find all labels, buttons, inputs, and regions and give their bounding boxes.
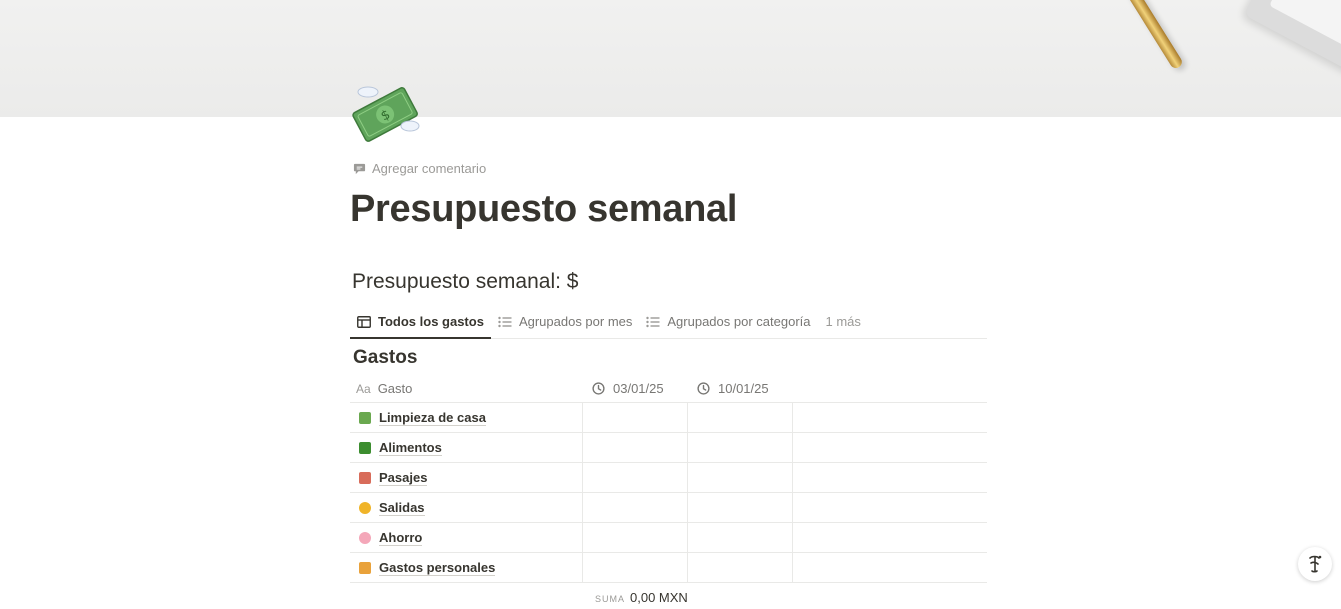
tab-todos-los-gastos[interactable]: Todos los gastos	[350, 305, 491, 339]
table-row[interactable]: Alimentos	[350, 433, 987, 463]
text-property-icon: Aa	[356, 381, 371, 396]
tab-label: Todos los gastos	[378, 314, 484, 329]
page-title[interactable]: Presupuesto semanal	[350, 188, 737, 231]
wallet-icon	[359, 561, 371, 574]
house-icon	[359, 411, 371, 424]
comment-icon	[353, 163, 366, 175]
empty-cell	[793, 523, 987, 552]
keyboard-key: command	[1269, 0, 1341, 48]
row-name-cell[interactable]: Ahorro	[350, 523, 583, 552]
date-cell[interactable]	[583, 553, 688, 582]
add-comment-button[interactable]: Agregar comentario	[353, 161, 486, 176]
table-row[interactable]: Limpieza de casa	[350, 403, 987, 433]
date-cell[interactable]	[688, 463, 793, 492]
table-title[interactable]: Gastos	[353, 347, 417, 369]
more-views-button[interactable]: 1 más	[818, 305, 868, 338]
tab-label: Agrupados por categoría	[667, 314, 811, 329]
date-cell[interactable]	[583, 493, 688, 522]
row-name-cell[interactable]: Salidas	[350, 493, 583, 522]
pen-decoration	[1105, 0, 1185, 71]
row-label[interactable]: Alimentos	[379, 440, 442, 456]
row-name-cell[interactable]: Limpieza de casa	[350, 403, 583, 432]
empty-cell	[793, 463, 987, 492]
empty-cell	[793, 433, 987, 462]
keyboard-decoration: command	[1243, 0, 1341, 76]
date-cell[interactable]	[688, 403, 793, 432]
expenses-table: Aa Gasto 03/01/25 10/01/25 Limpieza de c…	[350, 375, 987, 583]
notion-ai-icon	[1309, 555, 1322, 573]
date-cell[interactable]	[688, 553, 793, 582]
date-cell[interactable]	[583, 463, 688, 492]
column-header-date-2[interactable]: 10/01/25	[688, 375, 793, 402]
column-sum[interactable]: SUMA 0,00 MXN	[595, 590, 688, 605]
row-name-cell[interactable]: Pasajes	[350, 463, 583, 492]
tab-agrupados-por-categoria[interactable]: Agrupados por categoría	[639, 305, 817, 338]
table-row[interactable]: Pasajes	[350, 463, 987, 493]
empty-cell	[793, 403, 987, 432]
row-label[interactable]: Ahorro	[379, 530, 423, 546]
date-cell[interactable]	[688, 493, 793, 522]
column-header-date-1[interactable]: 03/01/25	[583, 375, 688, 402]
sum-label: SUMA	[595, 594, 626, 604]
table-row[interactable]: Gastos personales	[350, 553, 987, 583]
table-header: Aa Gasto 03/01/25 10/01/25	[350, 375, 987, 403]
date-cell[interactable]	[583, 433, 688, 462]
ticket-icon	[359, 471, 371, 484]
column-header-label: 10/01/25	[718, 381, 769, 396]
row-label[interactable]: Salidas	[379, 500, 425, 516]
row-label[interactable]: Gastos personales	[379, 560, 496, 576]
money-with-wings-icon[interactable]: $	[348, 80, 424, 146]
column-header-empty	[793, 375, 987, 402]
clock-icon	[697, 382, 710, 395]
row-label[interactable]: Limpieza de casa	[379, 410, 486, 426]
view-tabs: Todos los gastos Agrupados por mes Agrup…	[350, 305, 987, 339]
date-cell[interactable]	[583, 403, 688, 432]
list-icon	[646, 316, 660, 327]
sum-value: 0,00 MXN	[630, 590, 688, 605]
date-cell[interactable]	[688, 523, 793, 552]
tab-agrupados-por-mes[interactable]: Agrupados por mes	[491, 305, 639, 338]
empty-cell	[793, 493, 987, 522]
table-row[interactable]: Ahorro	[350, 523, 987, 553]
column-header-label: 03/01/25	[613, 381, 664, 396]
date-cell[interactable]	[688, 433, 793, 462]
column-header-gasto[interactable]: Aa Gasto	[350, 375, 583, 402]
help-button[interactable]	[1298, 547, 1332, 581]
date-cell[interactable]	[583, 523, 688, 552]
list-icon	[498, 316, 512, 327]
table-row[interactable]: Salidas	[350, 493, 987, 523]
cover-image: command	[0, 0, 1341, 117]
column-header-label: Gasto	[377, 381, 413, 396]
row-label[interactable]: Pasajes	[379, 470, 428, 486]
row-name-cell[interactable]: Gastos personales	[350, 553, 583, 582]
row-name-cell[interactable]: Alimentos	[350, 433, 583, 462]
tab-label: Agrupados por mes	[518, 314, 633, 329]
table-icon	[357, 315, 371, 328]
add-comment-label: Agregar comentario	[372, 161, 487, 176]
yellow-heart-icon	[359, 501, 371, 514]
clock-icon	[592, 382, 605, 395]
leafy-greens-icon	[359, 441, 371, 454]
empty-cell	[793, 553, 987, 582]
budget-heading[interactable]: Presupuesto semanal: $	[352, 270, 578, 294]
piggy-bank-icon	[359, 531, 371, 544]
